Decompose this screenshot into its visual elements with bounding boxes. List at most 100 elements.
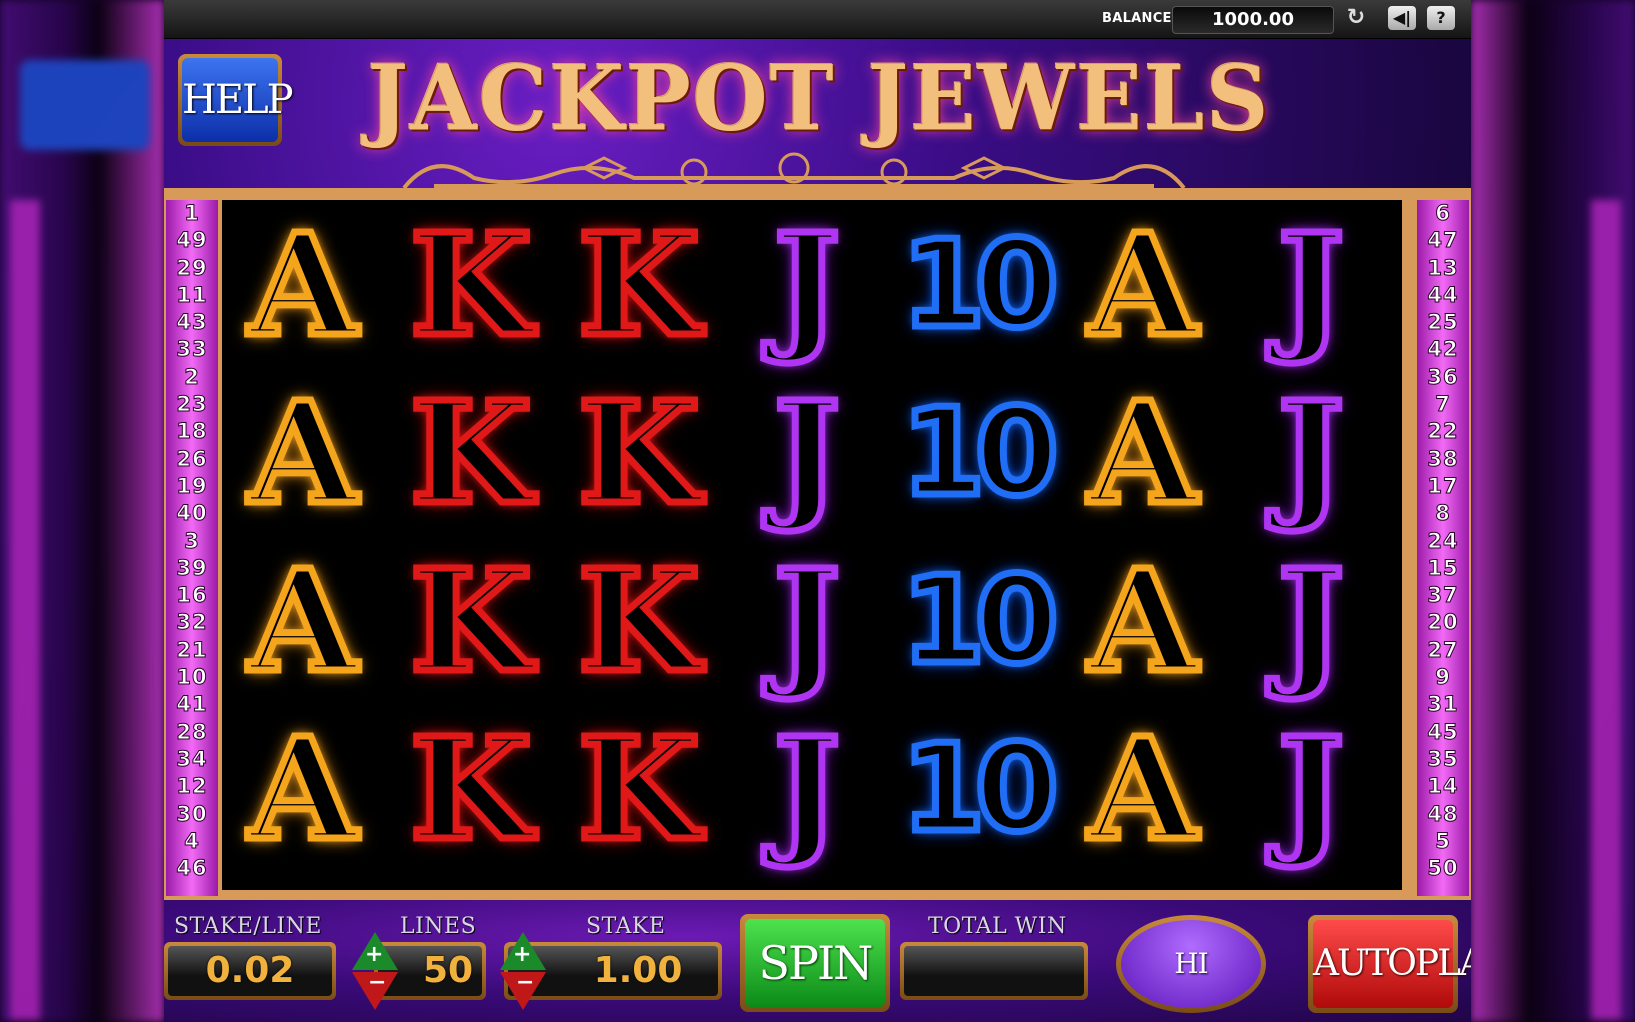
payline-number-right[interactable]: 44 (1417, 282, 1469, 309)
reel-symbol: J (770, 203, 843, 370)
payline-number-left[interactable]: 41 (166, 691, 218, 718)
plus-icon: + (365, 942, 384, 967)
slot-game: BALANCE 1000.00 ↻ ◀| ? HELP JACKPOT JEWE… (164, 0, 1471, 1022)
payline-number-left[interactable]: 32 (166, 609, 218, 636)
payline-number-right[interactable]: 9 (1417, 664, 1469, 691)
plus-icon: + (513, 942, 532, 967)
payline-number-left[interactable]: 28 (166, 719, 218, 746)
reel-symbol: A (245, 203, 361, 370)
payline-number-right[interactable]: 47 (1417, 227, 1469, 254)
payline-number-left[interactable]: 33 (166, 336, 218, 363)
payline-number-left[interactable]: 4 (166, 828, 218, 855)
payline-number-left[interactable]: 29 (166, 255, 218, 282)
payline-number-left[interactable]: 40 (166, 500, 218, 527)
payline-number-right[interactable]: 45 (1417, 719, 1469, 746)
reel-symbol: K (407, 371, 536, 538)
payline-numbers-left: 1 49 29 11 43 33 2 23 18 26 19 40 3 39 16 32 21 10 41 28 34 1… (166, 200, 218, 896)
autoplay-button[interactable]: AUTOPLAY (1308, 915, 1471, 1013)
payline-number-left[interactable]: 43 (166, 309, 218, 336)
reel-symbol: A (1085, 539, 1201, 706)
stake-stepper[interactable]: + − (498, 932, 548, 1010)
payline-number-right[interactable]: 7 (1417, 391, 1469, 418)
reel-symbol: A (1085, 707, 1201, 874)
top-bar: BALANCE 1000.00 ↻ ◀| ? (164, 0, 1471, 39)
payline-number-right[interactable]: 50 (1417, 855, 1469, 882)
payline-number-left[interactable]: 12 (166, 773, 218, 800)
reel-symbol: J (770, 371, 843, 538)
stake-line-label: STAKE/LINE (174, 914, 322, 939)
payline-number-right[interactable]: 22 (1417, 418, 1469, 445)
reel-symbol: K (575, 707, 704, 874)
payline-number-right[interactable]: 20 (1417, 609, 1469, 636)
payline-number-left[interactable]: 16 (166, 582, 218, 609)
total-win-value (904, 946, 1084, 996)
lines-label: LINES (400, 914, 477, 939)
stake-label: STAKE (586, 914, 666, 939)
reel-symbol: A (1085, 203, 1201, 370)
reel-symbol: 10 (898, 213, 1062, 359)
refresh-icon[interactable]: ↻ (1342, 6, 1370, 30)
payline-number-right[interactable]: 13 (1417, 255, 1469, 282)
spin-button-label: SPIN (745, 919, 885, 1007)
payline-number-right[interactable]: 27 (1417, 637, 1469, 664)
payline-number-right[interactable]: 17 (1417, 473, 1469, 500)
payline-number-right[interactable]: 37 (1417, 582, 1469, 609)
payline-number-right[interactable]: 35 (1417, 746, 1469, 773)
hi-roller-button[interactable]: HI ROLLER (1116, 915, 1266, 1013)
reel-symbol: A (245, 707, 361, 874)
backdrop-right (1471, 0, 1635, 1022)
payline-number-right[interactable]: 48 (1417, 801, 1469, 828)
payline-number-left[interactable]: 10 (166, 664, 218, 691)
minus-icon: − (516, 970, 535, 995)
payline-number-right[interactable]: 8 (1417, 500, 1469, 527)
reel-symbol: K (407, 539, 536, 706)
payline-number-right[interactable]: 38 (1417, 446, 1469, 473)
payline-number-left[interactable]: 21 (166, 637, 218, 664)
spin-button[interactable]: SPIN (740, 914, 890, 1012)
minus-icon: − (368, 970, 387, 995)
payline-number-left[interactable]: 11 (166, 282, 218, 309)
lines-stepper[interactable]: + − (350, 932, 400, 1010)
payline-number-left[interactable]: 19 (166, 473, 218, 500)
payline-number-left[interactable]: 23 (166, 391, 218, 418)
reel-symbol: A (245, 371, 361, 538)
question-icon[interactable]: ? (1427, 6, 1455, 30)
reel-symbol: A (1085, 371, 1201, 538)
help-button-label: HELP (182, 58, 294, 142)
payline-number-left[interactable]: 39 (166, 555, 218, 582)
reel-symbol: J (770, 539, 843, 706)
hi-roller-label: HI ROLLER (1121, 920, 1261, 1008)
payline-number-right[interactable]: 5 (1417, 828, 1469, 855)
payline-number-left[interactable]: 2 (166, 364, 218, 391)
payline-number-left[interactable]: 18 (166, 418, 218, 445)
reel-symbol: 10 (898, 381, 1062, 527)
payline-number-left[interactable]: 46 (166, 855, 218, 882)
payline-number-left[interactable]: 49 (166, 227, 218, 254)
reel-symbol: A (245, 539, 361, 706)
reel-symbol: K (575, 539, 704, 706)
payline-number-right[interactable]: 42 (1417, 336, 1469, 363)
payline-number-left[interactable]: 26 (166, 446, 218, 473)
payline-number-right[interactable]: 25 (1417, 309, 1469, 336)
payline-numbers-right: 6 47 13 44 25 42 36 7 22 38 17 8 24 15 37 20 27 9 31 45 35 14… (1417, 200, 1469, 896)
reel-symbol: 10 (898, 549, 1062, 695)
reel-area[interactable]: A K K J 10 A J A K K J 10 A J A K K J 10 A J A K K J 10 A J (222, 200, 1402, 890)
total-win-field (900, 942, 1088, 1000)
total-win-label: TOTAL WIN (928, 914, 1067, 939)
payline-number-right[interactable]: 14 (1417, 773, 1469, 800)
payline-number-right[interactable]: 31 (1417, 691, 1469, 718)
payline-number-left[interactable]: 34 (166, 746, 218, 773)
payline-number-right[interactable]: 15 (1417, 555, 1469, 582)
help-button[interactable]: HELP (178, 54, 294, 146)
game-title: JACKPOT JEWELS (367, 45, 1271, 152)
payline-number-right[interactable]: 36 (1417, 364, 1469, 391)
balance-value: 1000.00 (1172, 6, 1334, 34)
reel-symbol: J (770, 707, 843, 874)
reel-symbol: K (575, 371, 704, 538)
payline-number-right[interactable]: 24 (1417, 528, 1469, 555)
payline-number-left[interactable]: 30 (166, 801, 218, 828)
payline-number-left[interactable]: 3 (166, 528, 218, 555)
payline-number-right[interactable]: 6 (1417, 200, 1469, 227)
payline-number-left[interactable]: 1 (166, 200, 218, 227)
sound-icon[interactable]: ◀| (1388, 6, 1416, 30)
